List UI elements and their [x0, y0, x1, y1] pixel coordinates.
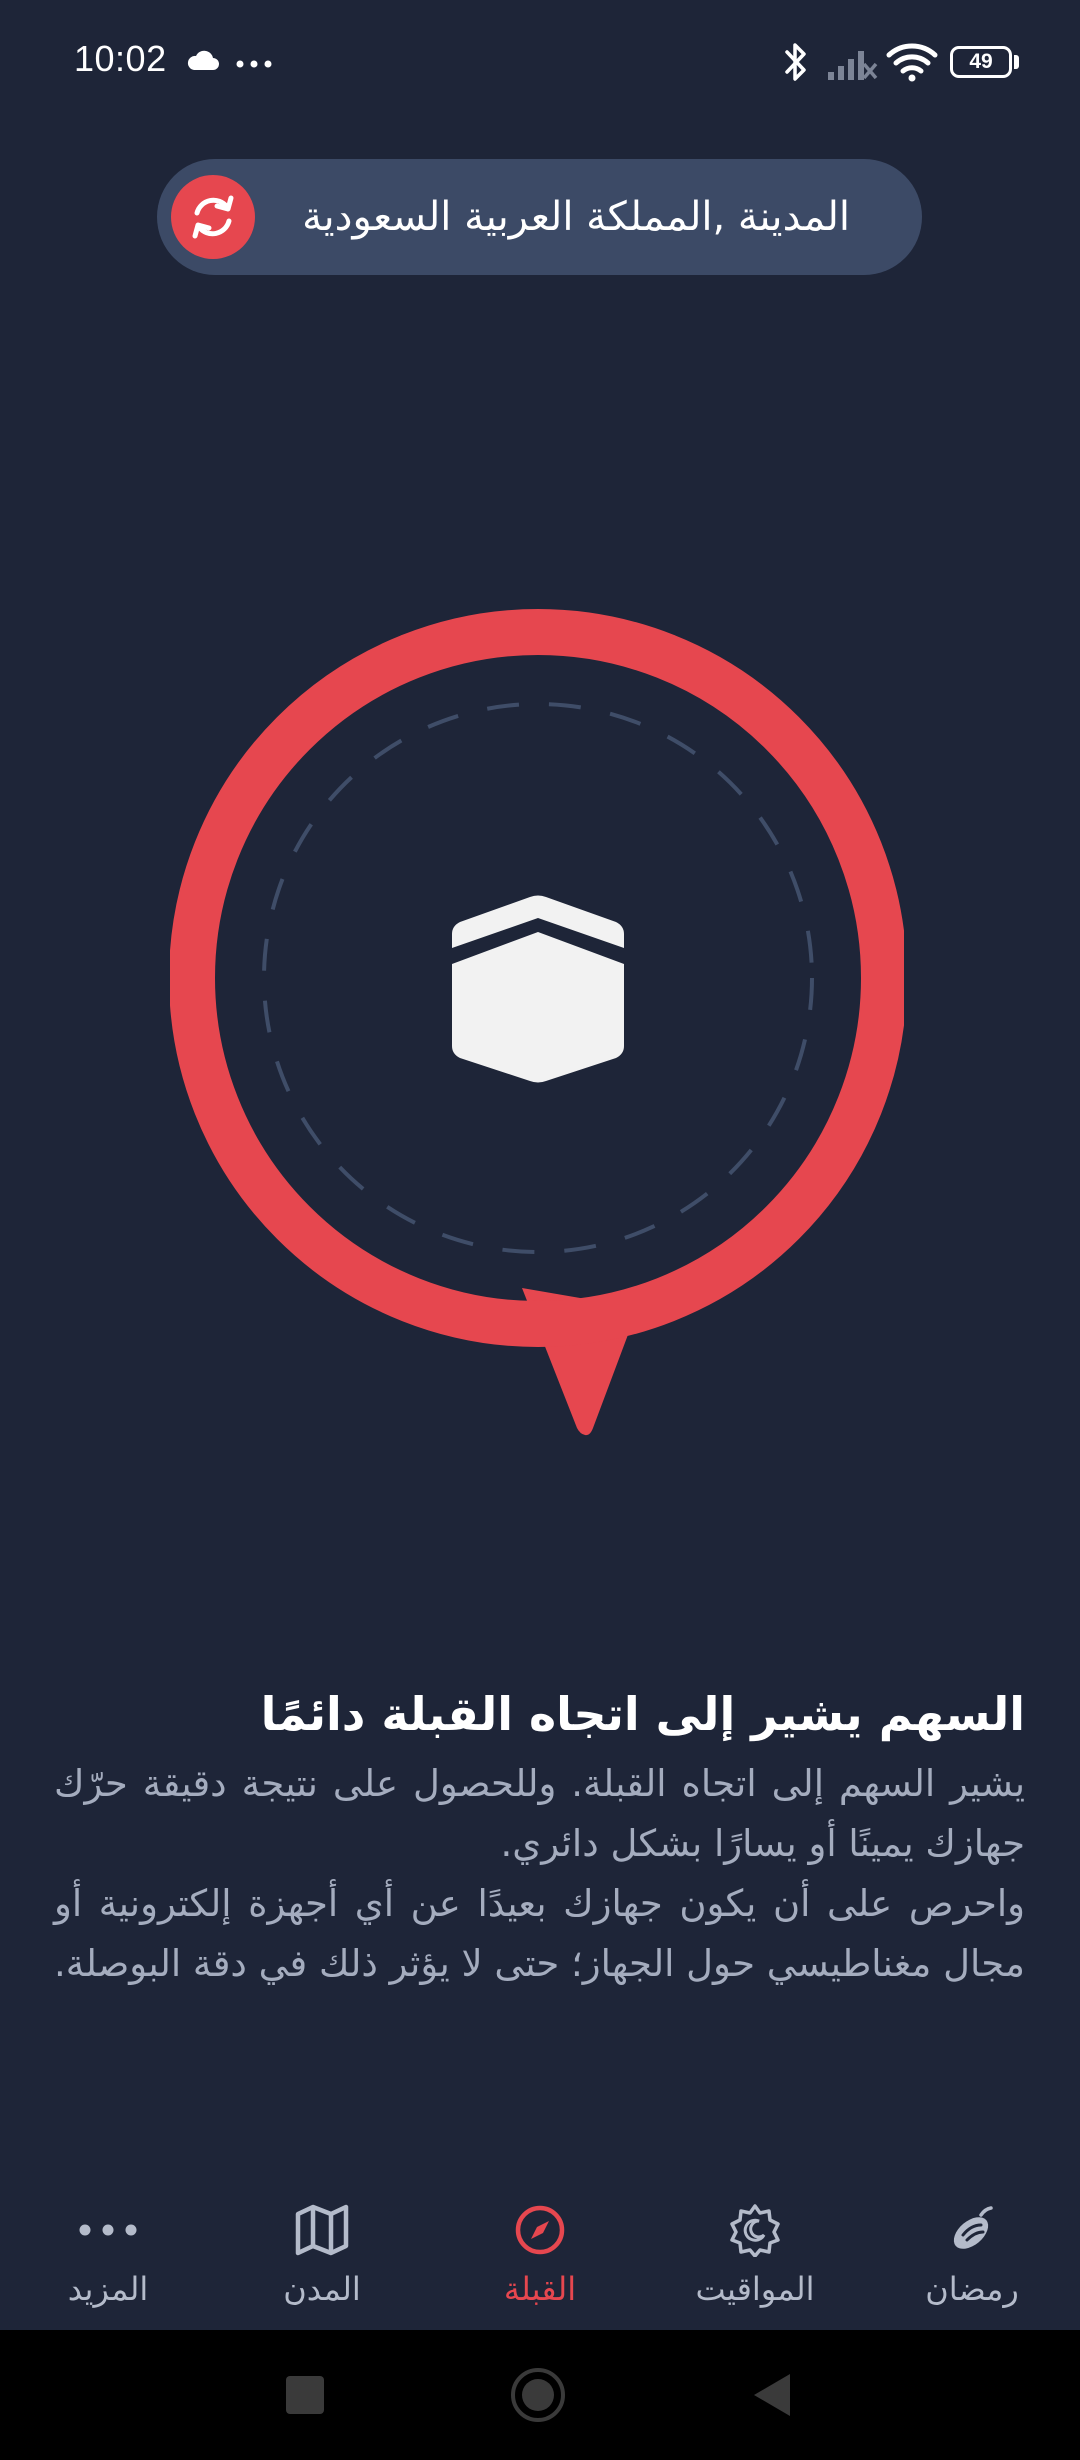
- refresh-location-button[interactable]: [171, 175, 255, 259]
- nav-item-cities[interactable]: المدن: [222, 2198, 422, 2318]
- back-icon: [754, 2374, 790, 2416]
- info-paragraph-1: يشير السهم إلى اتجاه القبلة. وللحصول على…: [54, 1762, 1025, 1865]
- refresh-icon: [192, 195, 234, 239]
- status-time: 10:02: [74, 38, 167, 79]
- recent-apps-icon: [286, 2376, 324, 2414]
- crescent-icon: [730, 2204, 780, 2257]
- back-button[interactable]: [722, 2330, 822, 2460]
- signal-off-icon: [828, 51, 878, 80]
- battery-tip: [1014, 55, 1019, 69]
- system-navigation-bar: [0, 2330, 1080, 2460]
- nav-item-ramadan[interactable]: رمضان: [872, 2198, 1072, 2318]
- map-icon: [295, 2204, 349, 2256]
- nav-label-more: المزيد: [67, 2270, 149, 2308]
- nav-label-ramadan: رمضان: [925, 2270, 1019, 2308]
- home-icon: [511, 2368, 565, 2422]
- status-bar: 10:02 49: [0, 0, 1080, 130]
- location-selector[interactable]: المدينة ,المملكة العربية السعودية: [157, 159, 922, 275]
- info-paragraph-2: واحرص على أن يكون جهازك بعيدًا عن أي أجه…: [54, 1882, 1025, 1985]
- kaaba-icon: [452, 895, 624, 1083]
- location-label: المدينة ,المملكة العربية السعودية: [302, 194, 850, 240]
- qibla-compass: [170, 609, 904, 1436]
- home-button[interactable]: [488, 2330, 588, 2460]
- nav-label-qibla: القبلة: [503, 2270, 577, 2308]
- info-title: السهم يشير إلى اتجاه القبلة دائمًا: [260, 1687, 1025, 1741]
- info-body: يشير السهم إلى اتجاه القبلة. وللحصول على…: [54, 1754, 1025, 1994]
- nav-item-prayer-times[interactable]: المواقيت: [655, 2198, 855, 2318]
- compass-icon: [515, 2205, 565, 2255]
- more-dots-icon: [236, 60, 272, 68]
- battery-icon: 49: [950, 46, 1012, 78]
- more-icon: [79, 2224, 137, 2236]
- bluetooth-icon: [785, 43, 806, 81]
- recent-apps-button[interactable]: [255, 2330, 355, 2460]
- qibla-screen: 10:02 49 المدينة ,المملكة العربية السعود…: [0, 0, 1080, 2460]
- bottom-navigation: المزيد المدن القبلة المواقيت رمضان: [0, 2180, 1080, 2330]
- nav-item-qibla[interactable]: القبلة: [440, 2198, 640, 2318]
- dates-icon: [953, 2206, 993, 2249]
- nav-item-more[interactable]: المزيد: [8, 2198, 208, 2318]
- cloud-icon: [187, 50, 219, 70]
- wifi-icon: [886, 43, 938, 82]
- nav-label-cities: المدن: [283, 2270, 361, 2308]
- nav-label-prayer-times: المواقيت: [695, 2270, 815, 2308]
